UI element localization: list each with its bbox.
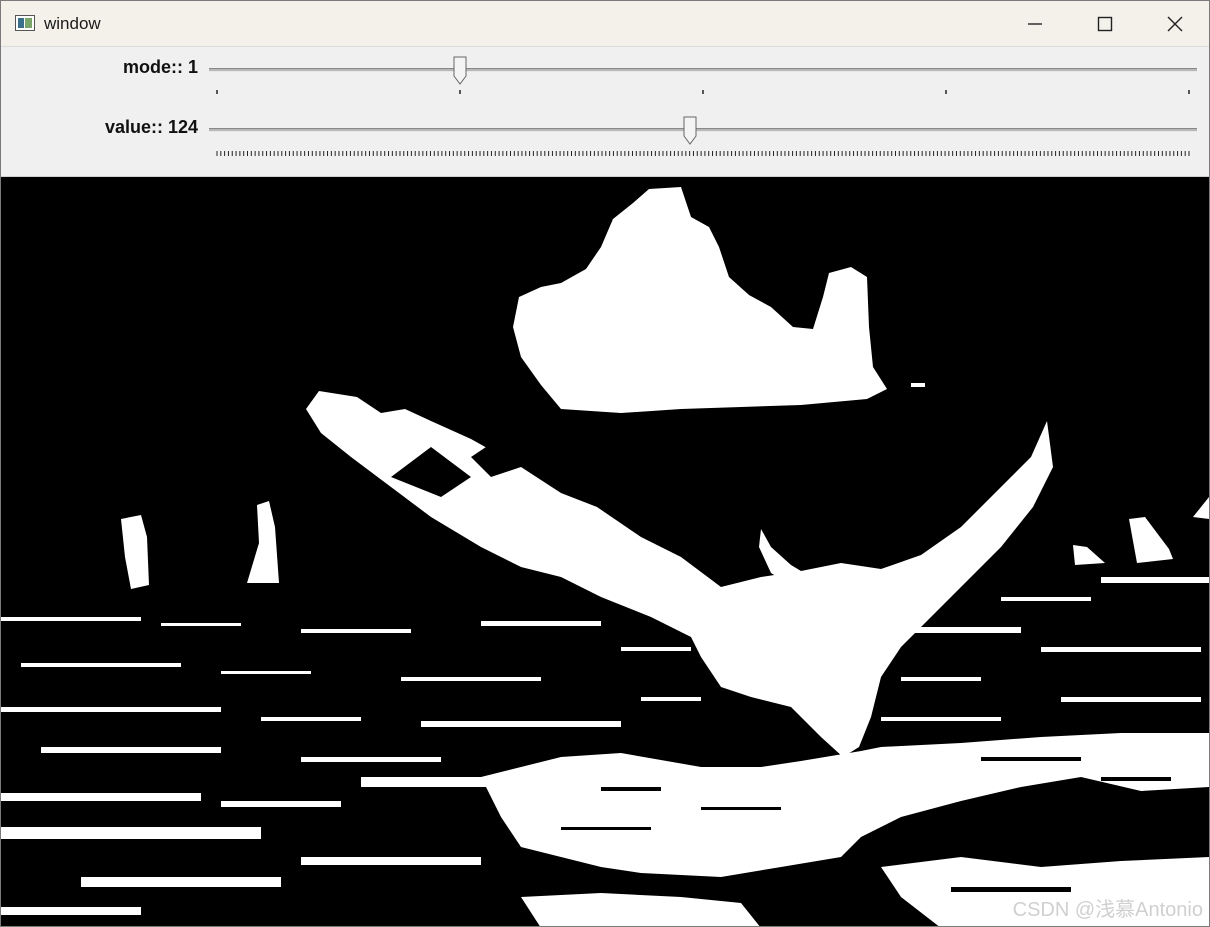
mode-trackbar-thumb[interactable] [453,56,467,86]
mode-trackbar-track[interactable] [209,68,1197,72]
minimize-icon [1028,23,1042,25]
value-trackbar-label: value:: 124 [104,117,198,137]
maximize-button[interactable] [1070,1,1140,47]
app-window: window mode:: 1 value:: 124 CSDN @浅慕Anto… [0,0,1210,927]
thresholded-image-canvas: CSDN @浅慕Antonio [1,177,1209,926]
minimize-button[interactable] [1000,1,1070,47]
mode-trackbar-ticks [216,90,1190,94]
mode-trackbar-label: mode:: 1 [122,57,198,77]
app-window-icon [15,15,35,31]
watermark: CSDN @浅慕Antonio [1012,899,1203,921]
title-bar[interactable]: window [1,1,1209,47]
trackbar-panel: mode:: 1 value:: 124 [1,47,1209,177]
binary-eagle-image [1,177,1209,926]
window-title: window [44,14,101,33]
value-trackbar-ticks [216,151,1190,156]
close-icon [1167,16,1183,32]
maximize-icon [1097,16,1113,32]
close-button[interactable] [1140,1,1209,47]
value-trackbar-thumb[interactable] [683,116,697,146]
value-trackbar-track[interactable] [209,128,1197,132]
